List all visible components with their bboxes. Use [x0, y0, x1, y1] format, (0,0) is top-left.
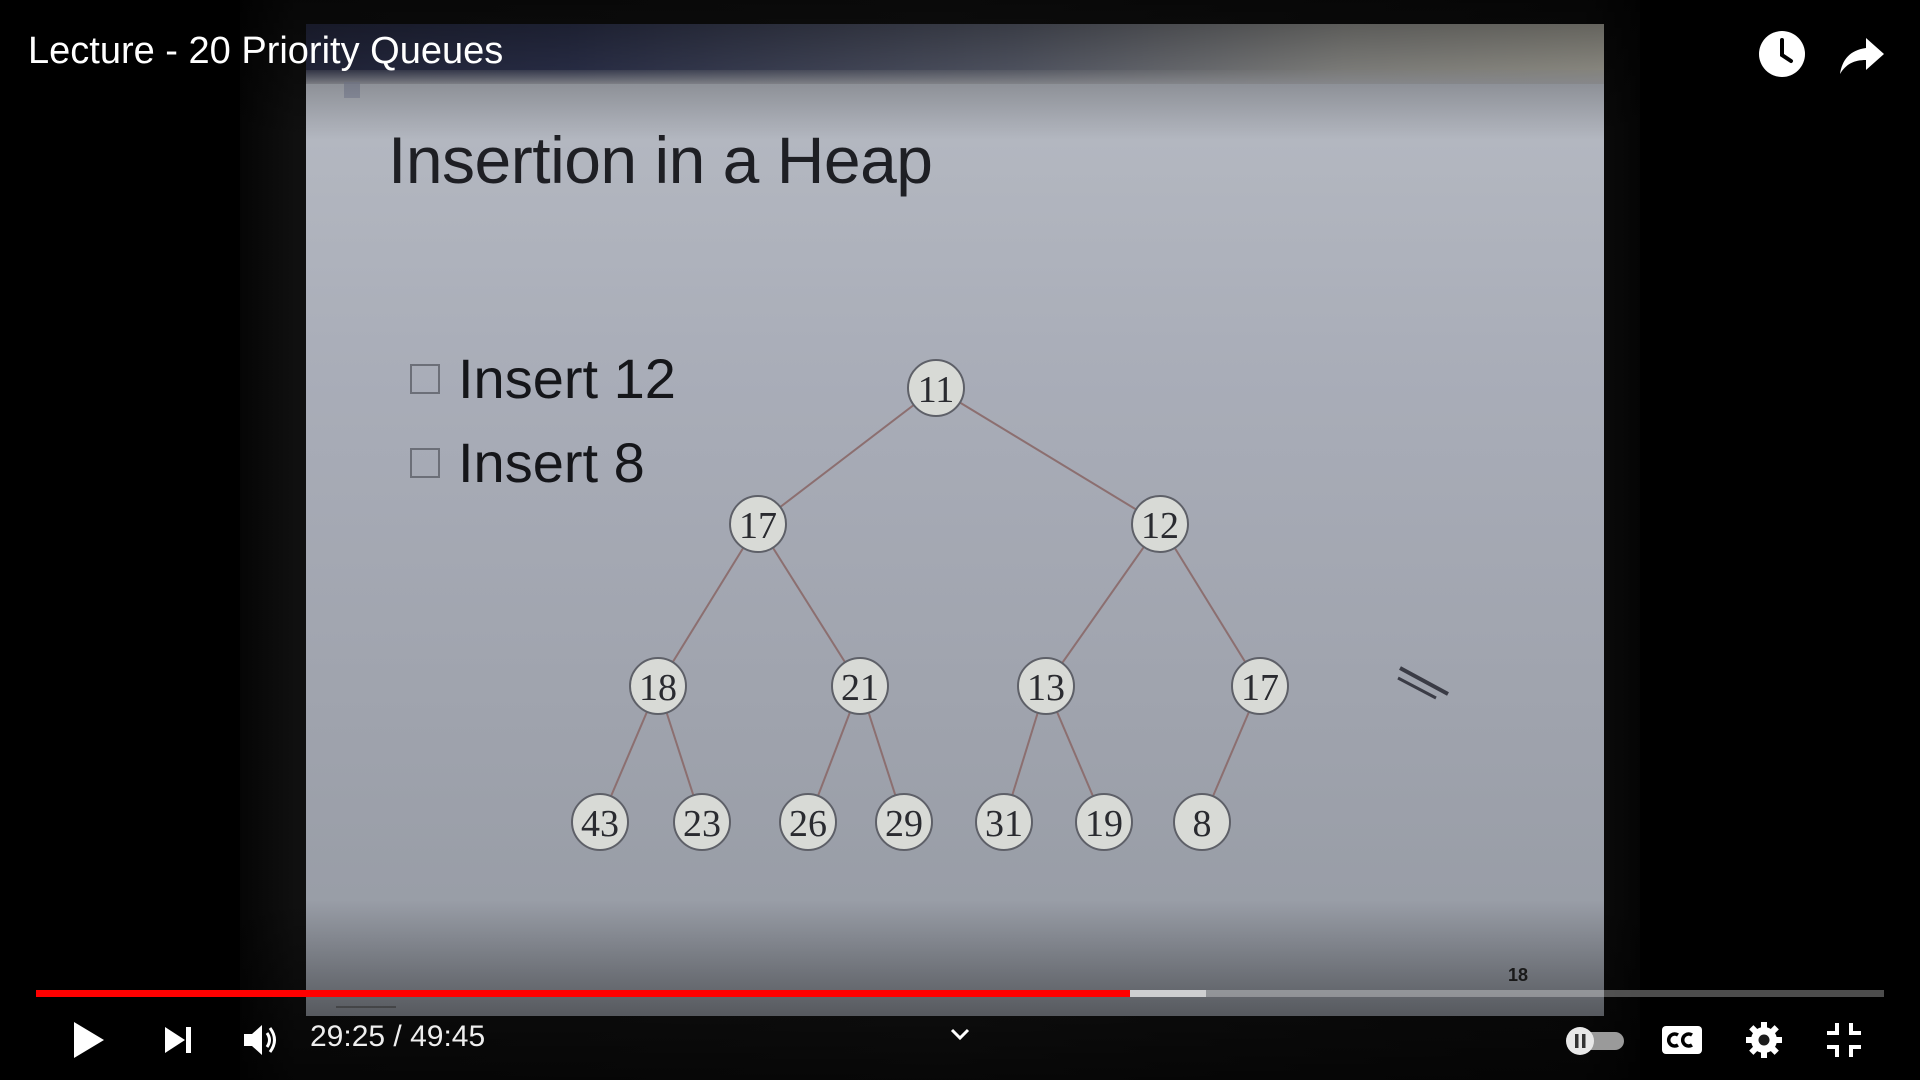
progress-bar[interactable]	[36, 990, 1884, 997]
heap-node: 43	[571, 793, 629, 851]
heap-node-value: 43	[581, 803, 619, 845]
video-player[interactable]: Insertion in a Heap Insert 12 Insert 8 1…	[0, 0, 1920, 1080]
heap-node: 18	[629, 657, 687, 715]
heap-node: 26	[779, 793, 837, 851]
heap-node-value: 18	[639, 667, 677, 709]
heap-node-value: 11	[918, 369, 955, 411]
heap-node-value: 21	[841, 667, 879, 709]
heap-node-value: 31	[985, 803, 1023, 845]
autoplay-toggle[interactable]	[1564, 1012, 1628, 1068]
heap-nodes: 11 17 12 18 21 13 17 43 23 26 29 31 19 8	[571, 359, 1289, 851]
heap-node: 29	[875, 793, 933, 851]
heap-node: 31	[975, 793, 1033, 851]
next-button[interactable]	[150, 1012, 206, 1068]
heap-node-value: 8	[1193, 803, 1212, 845]
heap-node: 11	[907, 359, 965, 417]
pen-scribble-mark	[1397, 666, 1449, 700]
next-icon	[165, 1027, 191, 1053]
chapter-expand-button[interactable]	[940, 1006, 980, 1062]
chevron-down-icon	[950, 1028, 970, 1041]
heap-node-value: 29	[885, 803, 923, 845]
heap-node-value: 12	[1141, 505, 1179, 547]
watch-later-button[interactable]	[1756, 28, 1808, 80]
heap-edge	[757, 387, 937, 525]
heap-edge	[935, 387, 1161, 525]
heap-node: 19	[1075, 793, 1133, 851]
heap-node-value: 23	[683, 803, 721, 845]
progress-played	[36, 990, 1131, 997]
clock-icon	[1759, 31, 1805, 77]
settings-button[interactable]	[1738, 1012, 1790, 1068]
heap-node: 12	[1131, 495, 1189, 553]
time-display: 29:25 / 49:45	[310, 1020, 486, 1053]
slide-number: 18	[1507, 965, 1528, 985]
share-icon	[1840, 38, 1884, 74]
heap-node: 17	[729, 495, 787, 553]
autoplay-toggle-icon	[1566, 1027, 1624, 1055]
heap-edges	[599, 387, 1261, 823]
mute-button[interactable]	[232, 1012, 288, 1068]
gear-icon	[1746, 1022, 1782, 1058]
heap-tree-diagram: 11 17 12 18 21 13 17 43 23 26 29 31 19 8	[571, 359, 1289, 851]
cc-icon	[1662, 1026, 1702, 1054]
heap-node: 21	[831, 657, 889, 715]
share-button[interactable]	[1836, 28, 1888, 80]
heap-node-value: 17	[1241, 667, 1279, 709]
cc-button[interactable]	[1656, 1012, 1708, 1068]
heap-edge	[1045, 523, 1161, 687]
exit-fullscreen-icon	[1827, 1023, 1861, 1057]
heap-node-value: 17	[739, 505, 777, 547]
heap-node-value: 19	[1085, 803, 1123, 845]
heap-node-value: 26	[789, 803, 827, 845]
heap-node: 23	[673, 793, 731, 851]
heap-node-value: 13	[1027, 667, 1065, 709]
exit-fullscreen-button[interactable]	[1818, 1012, 1870, 1068]
lecture-slide: Insertion in a Heap Insert 12 Insert 8 1…	[306, 24, 1604, 1016]
volume-icon	[244, 1025, 276, 1055]
heap-node: 13	[1017, 657, 1075, 715]
video-title[interactable]: Lecture - 20 Priority Queues	[28, 30, 503, 73]
heap-node: 17	[1231, 657, 1289, 715]
play-icon	[74, 1022, 104, 1058]
heap-node: 8	[1173, 793, 1231, 851]
play-button[interactable]	[60, 1012, 116, 1068]
